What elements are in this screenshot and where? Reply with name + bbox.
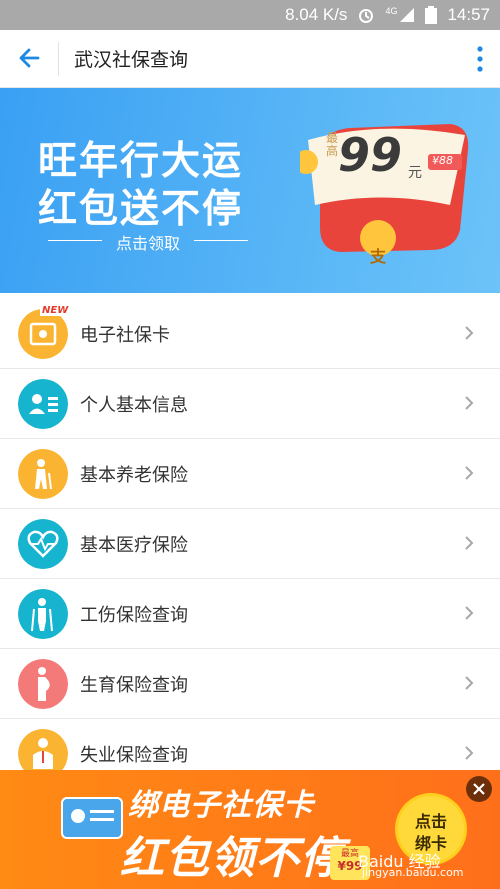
chevron-right-icon [465, 676, 474, 690]
promo-banner[interactable]: 旺年行大运 红包送不停 点击领取 最高 99 元 ¥88 支 [0, 88, 500, 293]
back-arrow-icon[interactable] [14, 43, 44, 73]
menu-item-pension[interactable]: 基本养老保险 [0, 439, 500, 509]
signal-icon [400, 8, 415, 22]
chevron-right-icon [465, 396, 474, 410]
menu-item-maternity[interactable]: 生育保险查询 [0, 649, 500, 719]
ad-line1: 绑电子社保卡 [128, 788, 314, 823]
banner-cta[interactable]: 点击领取 [48, 230, 248, 254]
app-bar: 武汉社保查询 [0, 30, 500, 88]
heart-pulse-icon [18, 519, 68, 569]
menu-item-label: 工伤保险查询 [80, 605, 188, 626]
chevron-right-icon [465, 746, 474, 760]
menu-item-label: 基本养老保险 [80, 465, 188, 486]
card-illustration-icon [61, 797, 123, 839]
menu-item-medical[interactable]: 基本医疗保险 [0, 509, 500, 579]
menu-item-label: 电子社保卡 [80, 325, 170, 346]
battery-icon [425, 6, 438, 24]
menu-item-label: 失业保险查询 [80, 745, 188, 766]
watermark-url: jingyan.baidu.com [362, 866, 464, 879]
menu-item-e-card[interactable]: NEW 电子社保卡 [0, 299, 500, 369]
ad-line2: 红包领不停 [120, 833, 345, 884]
network-speed: 8.04 K/s [285, 5, 348, 24]
more-vertical-icon[interactable] [476, 44, 484, 74]
chevron-right-icon [465, 606, 474, 620]
redpack-tag: ¥88 [432, 154, 453, 167]
redpack-amount: 99 [338, 128, 403, 182]
chevron-right-icon [465, 326, 474, 340]
network-type: 4G [385, 6, 398, 16]
page-title: 武汉社保查询 [74, 49, 189, 71]
coin-label: 支 [370, 247, 387, 266]
menu-list: NEW 电子社保卡 个人基本信息 基本养老保险 基本医疗保险 工伤保险查询 生育… [0, 299, 500, 789]
injury-icon [18, 589, 68, 639]
close-icon[interactable] [466, 776, 492, 802]
appbar-divider [58, 42, 59, 76]
social-security-card-icon [18, 309, 68, 359]
status-bar: 8.04 K/s 4G 14:57 [0, 0, 500, 30]
elderly-icon [18, 449, 68, 499]
new-badge: NEW [40, 305, 71, 316]
redpack-unit: 元 [408, 165, 422, 181]
clock: 14:57 [447, 5, 490, 24]
alarm-icon [359, 9, 374, 23]
banner-line2: 红包送不停 [38, 187, 244, 232]
bind-card-line1: 点击 [414, 812, 447, 831]
chevron-right-icon [465, 536, 474, 550]
menu-item-label: 生育保险查询 [80, 675, 188, 696]
menu-item-label: 个人基本信息 [80, 395, 188, 416]
chevron-right-icon [465, 466, 474, 480]
id-info-icon [18, 379, 68, 429]
menu-item-work-injury[interactable]: 工伤保险查询 [0, 579, 500, 649]
pregnancy-icon [18, 659, 68, 709]
menu-item-label: 基本医疗保险 [80, 535, 188, 556]
menu-item-personal-info[interactable]: 个人基本信息 [0, 369, 500, 439]
